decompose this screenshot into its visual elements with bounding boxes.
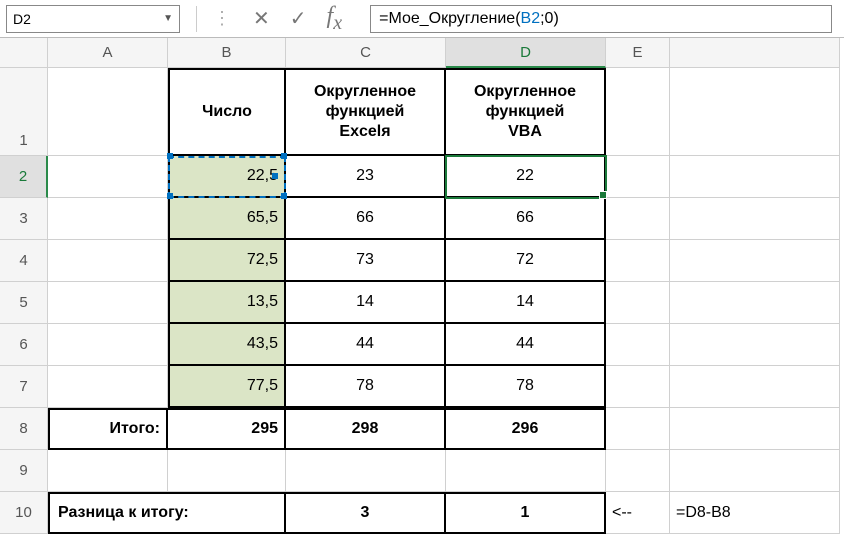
cell-C3[interactable]: 66 <box>286 198 446 240</box>
cell-A5[interactable] <box>48 282 168 324</box>
cell-D3[interactable]: 66 <box>446 198 606 240</box>
cell-E2[interactable] <box>606 156 670 198</box>
cell-D1[interactable]: Округленное функцией VBA <box>446 68 606 156</box>
cell-F2[interactable] <box>670 156 840 198</box>
cell-C4[interactable]: 73 <box>286 240 446 282</box>
diff-label: Разница к итогу: <box>58 504 189 522</box>
fx-icon[interactable]: fx <box>327 3 343 35</box>
cell-C8[interactable]: 298 <box>286 408 446 450</box>
cell-C6[interactable]: 44 <box>286 324 446 366</box>
cell-F1[interactable] <box>670 68 840 156</box>
cell-C10[interactable]: 3 <box>286 492 446 534</box>
cell-B2[interactable]: 22,5 <box>168 156 286 198</box>
cell-B2-value: 22,5 <box>247 167 278 185</box>
cell-F6[interactable] <box>670 324 840 366</box>
col-header-C[interactable]: C <box>286 38 446 68</box>
cell-B3[interactable]: 65,5 <box>168 198 286 240</box>
formula-suffix: ;0) <box>540 10 559 28</box>
spreadsheet-grid[interactable]: A B C D E 1 Число Округленное функцией E… <box>0 38 844 534</box>
cell-D6[interactable]: 44 <box>446 324 606 366</box>
cell-F7[interactable] <box>670 366 840 408</box>
row-header-6[interactable]: 6 <box>0 324 48 366</box>
cell-B5[interactable]: 13,5 <box>168 282 286 324</box>
cell-C9[interactable] <box>286 450 446 492</box>
row-header-1[interactable]: 1 <box>0 68 48 156</box>
cell-A8[interactable]: Итого: <box>48 408 168 450</box>
col-header-E[interactable]: E <box>606 38 670 68</box>
cell-C1[interactable]: Округленное функцией Excelя <box>286 68 446 156</box>
cell-B10[interactable]: Разница к итогу: <box>168 492 286 534</box>
cell-F8[interactable] <box>670 408 840 450</box>
cell-B7[interactable]: 77,5 <box>168 366 286 408</box>
formula-input[interactable]: =Мое_Округление(B2;0) <box>370 5 832 33</box>
cell-C2[interactable]: 23 <box>286 156 446 198</box>
row-header-7[interactable]: 7 <box>0 366 48 408</box>
cell-E10[interactable]: <-- <box>606 492 670 534</box>
name-box-dropdown-icon[interactable]: ▼ <box>163 13 173 24</box>
cell-E3[interactable] <box>606 198 670 240</box>
row-header-10[interactable]: 10 <box>0 492 48 534</box>
cell-B4[interactable]: 72,5 <box>168 240 286 282</box>
cell-F9[interactable] <box>670 450 840 492</box>
row-header-5[interactable]: 5 <box>0 282 48 324</box>
cell-E8[interactable] <box>606 408 670 450</box>
enter-icon[interactable]: ✓ <box>290 6 307 31</box>
cell-D8[interactable]: 296 <box>446 408 606 450</box>
cell-D10[interactable]: 1 <box>446 492 606 534</box>
cell-B9[interactable] <box>168 450 286 492</box>
formula-prefix: =Мое_Округление( <box>379 10 520 28</box>
row-header-2[interactable]: 2 <box>0 156 48 198</box>
col-header-D[interactable]: D <box>446 38 606 68</box>
name-box-text: D2 <box>13 11 31 27</box>
select-all-corner[interactable] <box>0 38 48 68</box>
col-header-A[interactable]: A <box>48 38 168 68</box>
cell-D5[interactable]: 14 <box>446 282 606 324</box>
cancel-icon[interactable]: ✕ <box>253 6 270 31</box>
cell-E4[interactable] <box>606 240 670 282</box>
col-header-B[interactable]: B <box>168 38 286 68</box>
cell-E7[interactable] <box>606 366 670 408</box>
cell-D4[interactable]: 72 <box>446 240 606 282</box>
col-header-blank[interactable] <box>670 38 840 68</box>
cell-A6[interactable] <box>48 324 168 366</box>
cell-B1[interactable]: Число <box>168 68 286 156</box>
cell-A1[interactable] <box>48 68 168 156</box>
cell-A2[interactable] <box>48 156 168 198</box>
cell-E5[interactable] <box>606 282 670 324</box>
name-box[interactable]: D2 ▼ <box>6 5 180 33</box>
cell-F4[interactable] <box>670 240 840 282</box>
row-header-9[interactable]: 9 <box>0 450 48 492</box>
cell-F10[interactable]: =D8-B8 <box>670 492 840 534</box>
cell-B8[interactable]: 295 <box>168 408 286 450</box>
cell-A3[interactable] <box>48 198 168 240</box>
cell-C5[interactable]: 14 <box>286 282 446 324</box>
formula-bar: D2 ▼ ⋮ ✕ ✓ fx =Мое_Округление(B2;0) <box>0 0 844 38</box>
cell-A4[interactable] <box>48 240 168 282</box>
cell-E1[interactable] <box>606 68 670 156</box>
cell-A9[interactable] <box>48 450 168 492</box>
cell-D2[interactable]: 22 <box>446 156 606 198</box>
row-header-4[interactable]: 4 <box>0 240 48 282</box>
cell-E6[interactable] <box>606 324 670 366</box>
cell-D9[interactable] <box>446 450 606 492</box>
separator <box>196 6 197 32</box>
row-header-3[interactable]: 3 <box>0 198 48 240</box>
cell-B6[interactable]: 43,5 <box>168 324 286 366</box>
more-icon: ⋮ <box>213 8 231 29</box>
cell-D7[interactable]: 78 <box>446 366 606 408</box>
cell-E9[interactable] <box>606 450 670 492</box>
cell-F5[interactable] <box>670 282 840 324</box>
formula-bar-buttons: ✕ ✓ fx <box>253 3 342 35</box>
row-header-8[interactable]: 8 <box>0 408 48 450</box>
cell-C7[interactable]: 78 <box>286 366 446 408</box>
formula-ref: B2 <box>521 10 541 28</box>
cell-F3[interactable] <box>670 198 840 240</box>
cell-A7[interactable] <box>48 366 168 408</box>
